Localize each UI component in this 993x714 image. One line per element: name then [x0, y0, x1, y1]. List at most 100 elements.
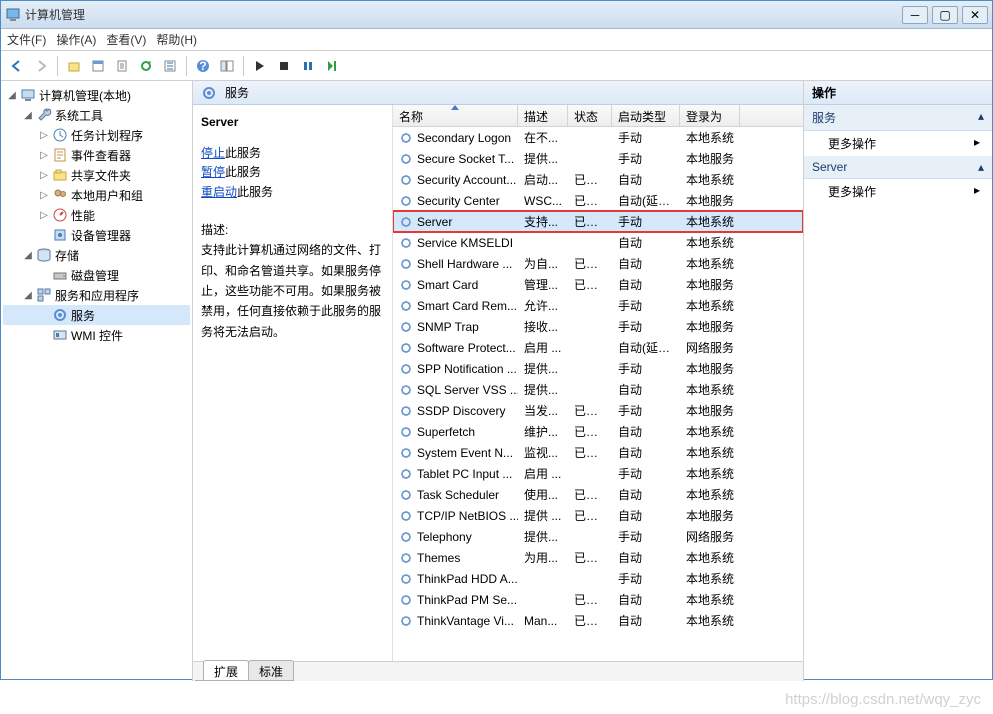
actions-header: 操作 [804, 81, 992, 105]
col-startup[interactable]: 启动类型 [612, 105, 680, 126]
tab-extended[interactable]: 扩展 [203, 660, 249, 681]
properties-button[interactable] [88, 56, 108, 76]
pause-link[interactable]: 暂停 [201, 165, 225, 179]
service-startup: 自动 [612, 381, 680, 398]
close-button[interactable]: ✕ [962, 6, 988, 24]
service-row[interactable]: ThinkPad PM Se...已启动自动本地系统 [393, 589, 803, 610]
service-row[interactable]: ThinkPad HDD A...手动本地系统 [393, 568, 803, 589]
titlebar[interactable]: 计算机管理 ─ ▢ ✕ [1, 1, 992, 29]
twisty-icon[interactable]: ◢ [23, 110, 33, 121]
twisty-icon[interactable]: ◢ [23, 290, 33, 301]
menu-action[interactable]: 操作(A) [56, 31, 96, 48]
refresh-button[interactable] [136, 56, 156, 76]
tree-label: 本地用户和组 [71, 187, 143, 204]
service-list[interactable]: Secondary Logon在不...手动本地系统Secure Socket … [393, 127, 803, 661]
menu-view[interactable]: 查看(V) [106, 31, 146, 48]
restart-link[interactable]: 重启动 [201, 185, 237, 199]
service-row[interactable]: Server支持...已启动手动本地系统 [393, 211, 803, 232]
tree-item-device[interactable]: 设备管理器 [3, 225, 190, 245]
tree-item-wrench[interactable]: ◢系统工具 [3, 105, 190, 125]
service-desc: 监视... [518, 444, 568, 461]
nav-forward-button[interactable] [31, 56, 51, 76]
restart-button[interactable] [322, 56, 342, 76]
service-row[interactable]: SNMP Trap接收...手动本地服务 [393, 316, 803, 337]
service-row[interactable]: TCP/IP NetBIOS ...提供 ...已启动自动本地服务 [393, 505, 803, 526]
twisty-icon[interactable]: ◢ [7, 90, 17, 101]
action-item[interactable]: 更多操作▸ [804, 131, 992, 156]
service-name: TCP/IP NetBIOS ... [417, 509, 518, 523]
play-button[interactable] [250, 56, 270, 76]
service-row[interactable]: Security Account...启动...已启动自动本地系统 [393, 169, 803, 190]
tree-item-disk[interactable]: 磁盘管理 [3, 265, 190, 285]
menu-file[interactable]: 文件(F) [7, 31, 46, 48]
tree-item-event[interactable]: ▷事件查看器 [3, 145, 190, 165]
watermark: https://blog.csdn.net/wqy_zyc [785, 691, 981, 708]
service-row[interactable]: Shell Hardware ...为自...已启动自动本地系统 [393, 253, 803, 274]
export-button[interactable] [112, 56, 132, 76]
sidebar-toggle-button[interactable] [217, 56, 237, 76]
twisty-icon[interactable]: ▷ [39, 210, 49, 221]
maximize-button[interactable]: ▢ [932, 6, 958, 24]
service-row[interactable]: Smart Card Rem...允许...手动本地系统 [393, 295, 803, 316]
app-icon [5, 7, 21, 23]
up-button[interactable] [64, 56, 84, 76]
twisty-icon[interactable]: ▷ [39, 150, 49, 161]
action-item[interactable]: 更多操作▸ [804, 179, 992, 204]
action-group-header[interactable]: Server▴ [804, 156, 992, 179]
service-row[interactable]: Secondary Logon在不...手动本地系统 [393, 127, 803, 148]
col-status[interactable]: 状态 [568, 105, 612, 126]
tree-item-apps[interactable]: ◢服务和应用程序 [3, 285, 190, 305]
service-row[interactable]: Security CenterWSC...已启动自动(延迟...本地服务 [393, 190, 803, 211]
tree-item-share[interactable]: ▷共享文件夹 [3, 165, 190, 185]
help-button[interactable]: ? [193, 56, 213, 76]
service-row[interactable]: Telephony提供...手动网络服务 [393, 526, 803, 547]
twisty-icon[interactable]: ▷ [39, 190, 49, 201]
twisty-icon[interactable]: ▷ [39, 130, 49, 141]
tree-item-wmi[interactable]: WMI 控件 [3, 325, 190, 345]
col-name[interactable]: 名称 [393, 105, 518, 126]
tree-item-perf[interactable]: ▷性能 [3, 205, 190, 225]
service-row[interactable]: SSDP Discovery当发...已启动手动本地服务 [393, 400, 803, 421]
action-group-header[interactable]: 服务▴ [804, 105, 992, 131]
menu-help[interactable]: 帮助(H) [156, 31, 197, 48]
twisty-icon[interactable]: ▷ [39, 170, 49, 181]
col-desc[interactable]: 描述 [518, 105, 568, 126]
service-startup: 自动 [612, 171, 680, 188]
service-row[interactable]: Task Scheduler使用...已启动自动本地系统 [393, 484, 803, 505]
gear-icon [399, 194, 413, 208]
service-row[interactable]: Themes为用...已启动自动本地系统 [393, 547, 803, 568]
gear-icon [399, 236, 413, 250]
service-row[interactable]: System Event N...监视...已启动自动本地系统 [393, 442, 803, 463]
minimize-button[interactable]: ─ [902, 6, 928, 24]
service-row[interactable]: Tablet PC Input ...启用 ...手动本地系统 [393, 463, 803, 484]
col-logon[interactable]: 登录为 [680, 105, 740, 126]
service-row[interactable]: ThinkVantage Vi...Man...已启动自动本地系统 [393, 610, 803, 631]
tree-item-users[interactable]: ▷ 本地用户和组 [3, 185, 190, 205]
tree-item-clock[interactable]: ▷任务计划程序 [3, 125, 190, 145]
service-startup: 自动 [612, 234, 680, 251]
twisty-icon[interactable]: ◢ [23, 250, 33, 261]
gear-icon [201, 85, 217, 101]
services-icon [52, 307, 68, 323]
pause-button[interactable] [298, 56, 318, 76]
service-desc: 当发... [518, 402, 568, 419]
service-name: SSDP Discovery [417, 404, 505, 418]
list-header[interactable]: 名称 描述 状态 启动类型 登录为 [393, 105, 803, 127]
nav-back-button[interactable] [7, 56, 27, 76]
stop-button[interactable] [274, 56, 294, 76]
tree-item-computer[interactable]: ◢计算机管理(本地) [3, 85, 190, 105]
service-row[interactable]: Superfetch维护...已启动自动本地系统 [393, 421, 803, 442]
navigation-tree[interactable]: ◢计算机管理(本地)◢系统工具▷任务计划程序▷事件查看器▷共享文件夹▷本地用户和… [1, 81, 193, 681]
service-row[interactable]: Smart Card管理...已启动自动本地服务 [393, 274, 803, 295]
service-row[interactable]: Secure Socket T...提供...手动本地服务 [393, 148, 803, 169]
service-row[interactable]: Software Protect...启用 ...自动(延迟...网络服务 [393, 337, 803, 358]
tree-item-storage[interactable]: ◢存储 [3, 245, 190, 265]
window-title: 计算机管理 [25, 6, 85, 23]
service-row[interactable]: Service KMSELDI自动本地系统 [393, 232, 803, 253]
stop-link[interactable]: 停止 [201, 146, 225, 160]
tab-standard[interactable]: 标准 [248, 660, 294, 681]
service-row[interactable]: SQL Server VSS ...提供...自动本地系统 [393, 379, 803, 400]
service-row[interactable]: SPP Notification ...提供...手动本地服务 [393, 358, 803, 379]
list-button[interactable] [160, 56, 180, 76]
tree-item-services[interactable]: 服务 [3, 305, 190, 325]
